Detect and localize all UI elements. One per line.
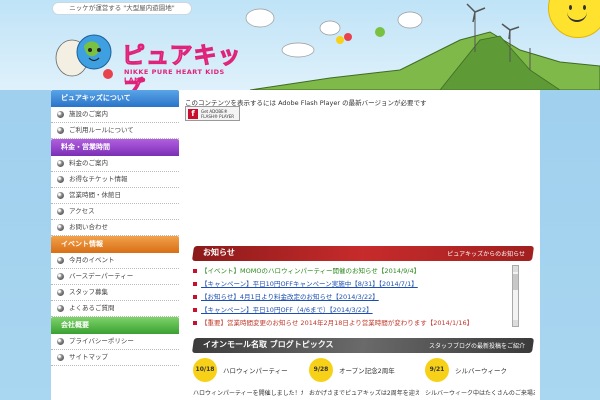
mascot-icon — [55, 34, 113, 79]
sidebar-item-label: 料金のご案内 — [69, 159, 108, 167]
news-title: お知らせ — [203, 248, 235, 257]
sidebar-item[interactable]: 施設のご案内 — [51, 107, 179, 123]
blog-date-badge: 10/18 — [193, 358, 217, 382]
sidebar-item[interactable]: アクセス — [51, 204, 179, 220]
sidebar-item[interactable]: よくあるご質問 — [51, 301, 179, 317]
news-item-text: 【キャンペーン】平日10円OFFキャンペーン実施中【8/31】【2014/7/1… — [201, 280, 418, 288]
bullet-icon — [57, 289, 64, 296]
news-list: 【イベント】MOMOのハロウィンパーティー開催のお知らせ【2014/9/4】 【キ… — [193, 265, 533, 329]
news-item[interactable]: 【お知らせ】4月1日より料金改定のお知らせ【2014/3/22】 — [193, 291, 511, 304]
bullet-icon — [57, 160, 64, 167]
header-tagline: ニッケが運営する "大型屋内遊園地" — [52, 2, 192, 15]
sidebar-item-label: お得なチケット情報 — [69, 175, 128, 183]
sidebar-item[interactable]: 料金のご案内 — [51, 156, 179, 172]
sidebar-item[interactable]: プライバシーポリシー — [51, 334, 179, 350]
sidebar-item-label: よくあるご質問 — [69, 304, 115, 312]
sidebar-item[interactable]: ご利用ルールについて — [51, 123, 179, 139]
sidebar-item[interactable]: 営業時間・休館日 — [51, 188, 179, 204]
news-item[interactable]: 【キャンペーン】平日10円OFFキャンペーン実施中【8/31】【2014/7/1… — [193, 278, 511, 291]
sidebar-item-label: 施設のご案内 — [69, 110, 108, 118]
bullet-icon — [57, 273, 64, 280]
sidebar-item[interactable]: スタッフ募集 — [51, 285, 179, 301]
news-item[interactable]: 【キャンペーン】平日10円OFF（4/6まで）【2014/3/22】 — [193, 304, 511, 317]
news-item[interactable]: 【重要】営業時間変更のお知らせ 2014年2月18日より営業時間が変わります【2… — [193, 317, 511, 330]
blog-date-badge: 9/28 — [309, 358, 333, 382]
site-header: ニッケが運営する "大型屋内遊園地" ピュアキッズ NIKKE PURE HEA… — [0, 0, 600, 90]
blog-post-title[interactable]: シルバーウィーク — [455, 365, 507, 375]
blog-post-excerpt: シルバーウィーク中はたくさんのご来場ありがとう — [425, 390, 535, 397]
bullet-icon — [57, 354, 64, 361]
sidebar-item-label: ご利用ルールについて — [69, 126, 134, 134]
blog-header: イオンモール名取 ブログトピックス スタッフブログの最新投稿をご紹介 — [191, 338, 535, 353]
scroll-thumb[interactable] — [513, 274, 518, 290]
sidebar-item-label: アクセス — [69, 207, 95, 215]
bullet-icon — [57, 192, 64, 199]
bullet-icon — [193, 282, 197, 286]
bullet-icon — [193, 295, 197, 299]
bullet-icon — [57, 257, 64, 264]
sidebar-nav: ピュアキッズについて 施設のご案内 ご利用ルールについて 料金・営業時間 料金のご案内お… — [51, 90, 179, 400]
bullet-icon — [57, 111, 64, 118]
sidebar-item[interactable]: お得なチケット情報 — [51, 172, 179, 188]
sidebar-section-header[interactable]: イベント情報 — [51, 236, 179, 253]
blog-post[interactable]: 10/18 ハロウィンパーティーハロウィンパーティーを開催しました！たくさんの — [193, 358, 303, 400]
news-item-text: 【重要】営業時間変更のお知らせ 2014年2月18日より営業時間が変わります【2… — [201, 319, 474, 327]
bullet-icon — [57, 208, 64, 215]
get-flash-player-button[interactable]: f Get ADOBE® FLASH® PLAYER — [185, 106, 240, 121]
sidebar-item[interactable]: サイトマップ — [51, 350, 179, 366]
sidebar-item-label: 今月のイベント — [69, 256, 115, 264]
bullet-icon — [193, 308, 197, 312]
sidebar-section-header[interactable]: 会社概要 — [51, 317, 179, 334]
bullet-icon — [57, 224, 64, 231]
sidebar-section-header[interactable]: ピュアキッズについて — [51, 90, 179, 107]
sidebar-item[interactable]: 今月のイベント — [51, 253, 179, 269]
sidebar-item-label: プライバシーポリシー — [69, 337, 134, 345]
blog-post-title[interactable]: オープン記念2周年 — [339, 365, 395, 375]
blog-post[interactable]: 9/28 オープン記念2周年おかげさまでピュアキッズは2周年を迎えました — [309, 358, 419, 400]
logo-subtitle: NIKKE PURE HEART KIDS LAND — [124, 68, 225, 84]
bullet-icon — [57, 176, 64, 183]
news-subtitle: ピュアキッズからのお知らせ — [447, 251, 525, 258]
blog-post[interactable]: 9/21 シルバーウィークシルバーウィーク中はたくさんのご来場ありがとう — [425, 358, 535, 400]
blog-post-excerpt: おかげさまでピュアキッズは2周年を迎えました — [309, 390, 419, 397]
flash-badge-line2: FLASH® PLAYER — [201, 114, 235, 119]
bullet-icon — [57, 338, 64, 345]
scroll-up-icon[interactable] — [513, 266, 518, 272]
bullet-icon — [193, 321, 197, 325]
sidebar-item-label: お問い合わせ — [69, 223, 108, 231]
bullet-icon — [193, 269, 197, 273]
site-logo[interactable]: ピュアキッズ NIKKE PURE HEART KIDS LAND — [50, 18, 245, 90]
main-content: このコンテンツを表示するには Adobe Flash Player の最新バージ… — [179, 90, 540, 400]
sidebar-item[interactable]: お問い合わせ — [51, 220, 179, 236]
sidebar-item-label: サイトマップ — [69, 353, 108, 361]
sidebar-item[interactable]: バースデーパーティー — [51, 269, 179, 285]
bullet-icon — [57, 127, 64, 134]
sidebar-item-label: スタッフ募集 — [69, 288, 108, 296]
sidebar-item-label: 営業時間・休館日 — [69, 191, 121, 199]
scroll-down-icon[interactable] — [513, 320, 518, 326]
blog-post-title[interactable]: ハロウィンパーティー — [223, 365, 288, 375]
bullet-icon — [57, 305, 64, 312]
news-header: お知らせ ピュアキッズからのお知らせ — [191, 246, 535, 261]
news-item-text: 【イベント】MOMOのハロウィンパーティー開催のお知らせ【2014/9/4】 — [201, 267, 421, 275]
blog-post-excerpt: ハロウィンパーティーを開催しました！たくさんの — [193, 390, 303, 397]
sidebar-section-header[interactable]: 料金・営業時間 — [51, 139, 179, 156]
news-item[interactable]: 【イベント】MOMOのハロウィンパーティー開催のお知らせ【2014/9/4】 — [193, 265, 511, 278]
blog-title: イオンモール名取 ブログトピックス — [203, 340, 334, 349]
flash-icon: f — [188, 109, 198, 119]
blog-date-badge: 9/21 — [425, 358, 449, 382]
news-item-text: 【キャンペーン】平日10円OFF（4/6まで）【2014/3/22】 — [201, 306, 373, 314]
news-item-text: 【お知らせ】4月1日より料金改定のお知らせ【2014/3/22】 — [201, 293, 379, 301]
blog-subtitle: スタッフブログの最新投稿をご紹介 — [428, 343, 525, 350]
sidebar-item-label: バースデーパーティー — [69, 272, 134, 280]
news-scrollbar[interactable] — [512, 265, 519, 327]
